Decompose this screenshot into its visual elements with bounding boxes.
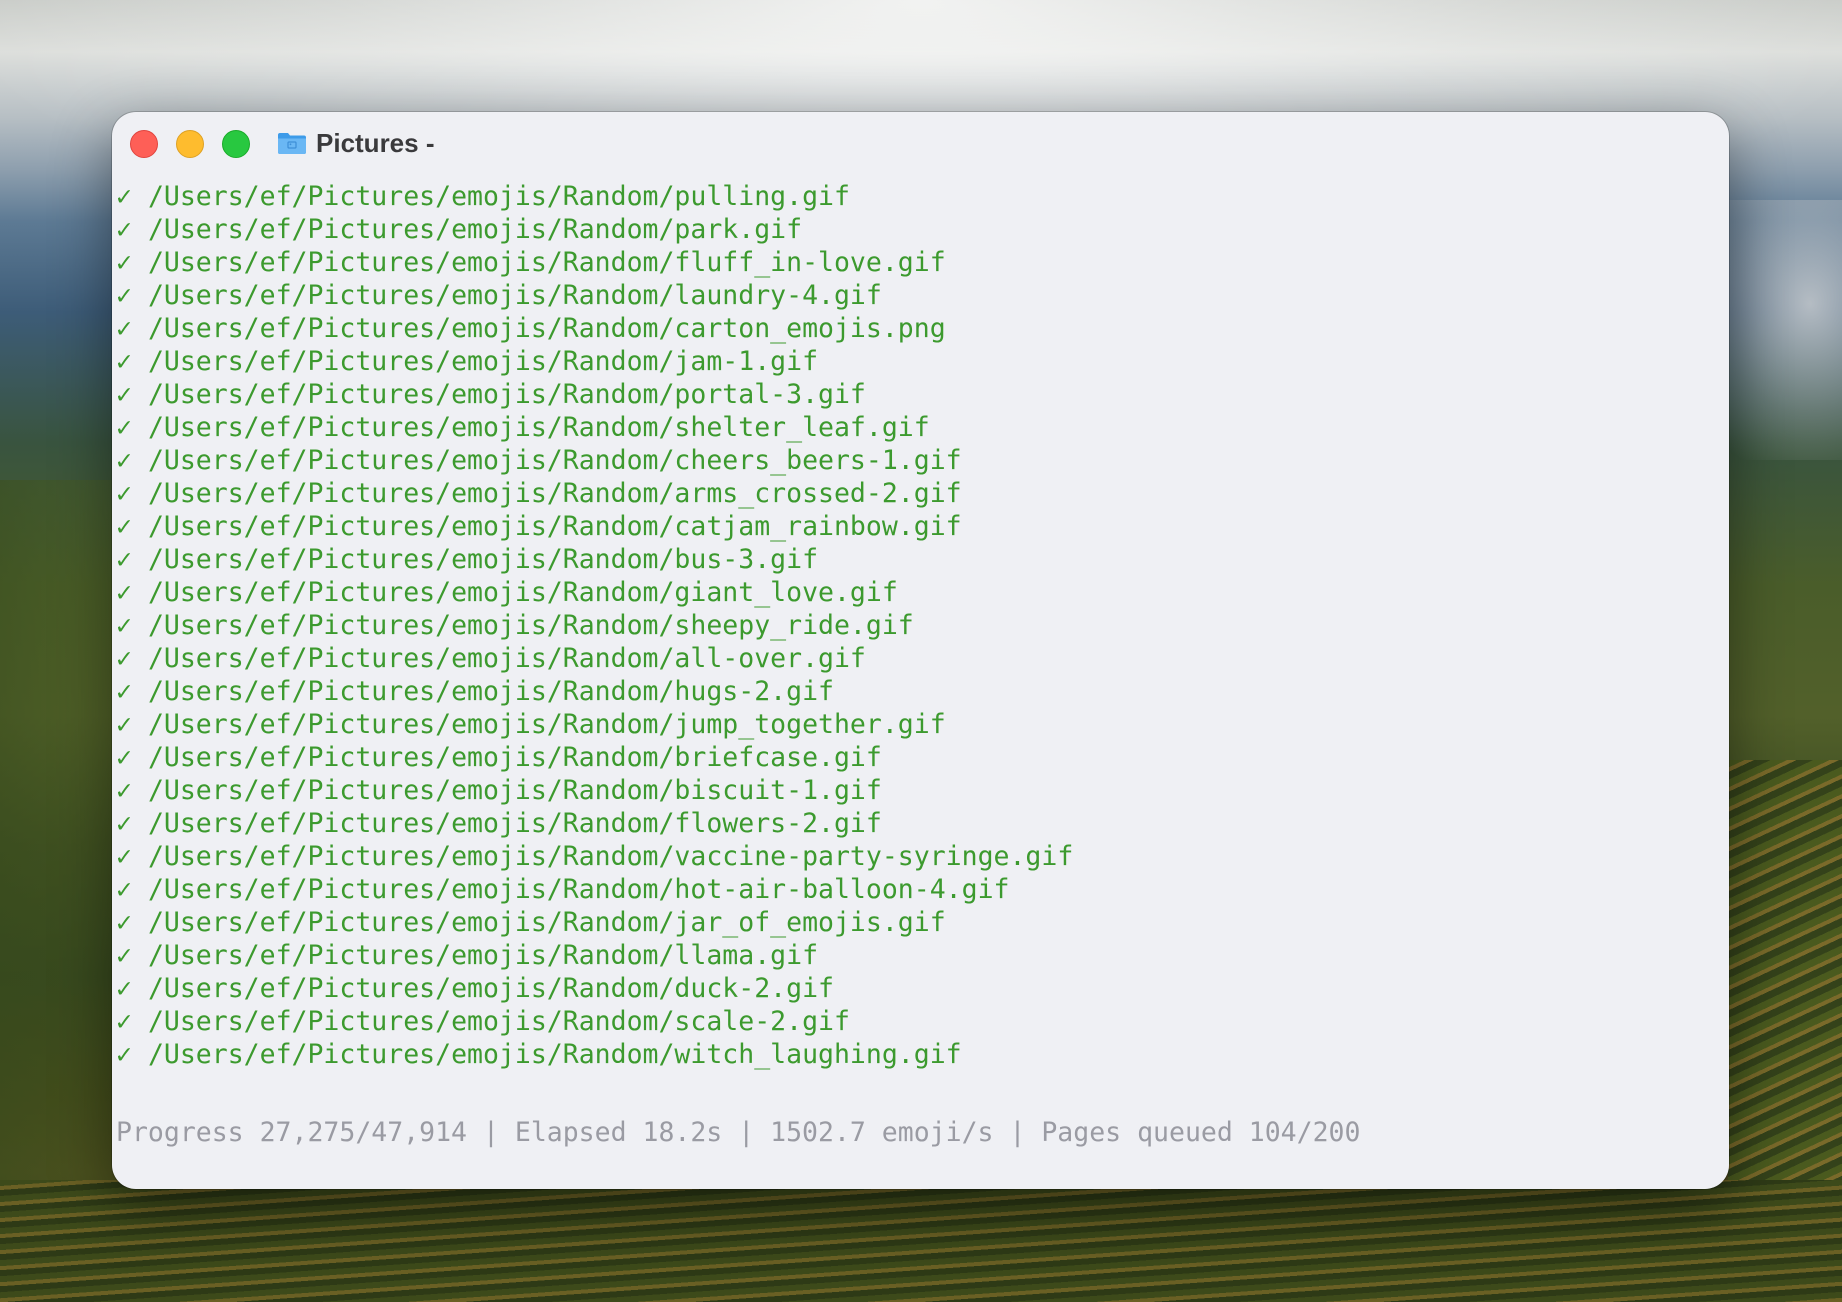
checkmark-icon: ✓ (116, 1006, 132, 1037)
file-path: /Users/ef/Pictures/emojis/Random/jam-1.g… (147, 346, 819, 377)
desktop-wallpaper-vineyard-right (1728, 760, 1842, 1180)
zoom-button[interactable] (222, 130, 250, 158)
file-path: /Users/ef/Pictures/emojis/Random/vaccine… (147, 841, 1074, 872)
minimize-button[interactable] (176, 130, 204, 158)
file-path: /Users/ef/Pictures/emojis/Random/cheers_… (147, 445, 962, 476)
terminal-line: ✓ /Users/ef/Pictures/emojis/Random/jam-1… (116, 345, 1716, 378)
terminal-line: ✓ /Users/ef/Pictures/emojis/Random/bus-3… (116, 543, 1716, 576)
file-path: /Users/ef/Pictures/emojis/Random/park.gi… (147, 214, 803, 245)
checkmark-icon: ✓ (116, 181, 132, 212)
desktop-wallpaper-vineyard (0, 1180, 1842, 1302)
checkmark-icon: ✓ (116, 478, 132, 509)
terminal-line: ✓ /Users/ef/Pictures/emojis/Random/vacci… (116, 840, 1716, 873)
file-path: /Users/ef/Pictures/emojis/Random/duck-2.… (147, 973, 834, 1004)
file-path: /Users/ef/Pictures/emojis/Random/giant_l… (147, 577, 898, 608)
checkmark-icon: ✓ (116, 346, 132, 377)
file-path: /Users/ef/Pictures/emojis/Random/hugs-2.… (147, 676, 834, 707)
terminal-line: ✓ /Users/ef/Pictures/emojis/Random/brief… (116, 741, 1716, 774)
terminal-output[interactable]: ✓ /Users/ef/Pictures/emojis/Random/pulli… (116, 180, 1716, 1071)
checkmark-icon: ✓ (116, 808, 132, 839)
terminal-line: ✓ /Users/ef/Pictures/emojis/Random/llama… (116, 939, 1716, 972)
checkmark-icon: ✓ (116, 973, 132, 1004)
file-path: /Users/ef/Pictures/emojis/Random/shelter… (147, 412, 930, 443)
checkmark-icon: ✓ (116, 643, 132, 674)
checkmark-icon: ✓ (116, 742, 132, 773)
terminal-line: ✓ /Users/ef/Pictures/emojis/Random/park.… (116, 213, 1716, 246)
checkmark-icon: ✓ (116, 445, 132, 476)
terminal-line: ✓ /Users/ef/Pictures/emojis/Random/flowe… (116, 807, 1716, 840)
checkmark-icon: ✓ (116, 775, 132, 806)
window-title: Pictures - (316, 128, 435, 158)
file-path: /Users/ef/Pictures/emojis/Random/fluff_i… (147, 247, 946, 278)
checkmark-icon: ✓ (116, 709, 132, 740)
checkmark-icon: ✓ (116, 610, 132, 641)
terminal-line: ✓ /Users/ef/Pictures/emojis/Random/cheer… (116, 444, 1716, 477)
window-titlebar[interactable]: Pictures - (112, 112, 1729, 172)
progress-status-line: Progress 27,275/47,914 | Elapsed 18.2s |… (116, 1117, 1361, 1148)
terminal-line: ✓ /Users/ef/Pictures/emojis/Random/carto… (116, 312, 1716, 345)
file-path: /Users/ef/Pictures/emojis/Random/portal-… (147, 379, 866, 410)
file-path: /Users/ef/Pictures/emojis/Random/scale-2… (147, 1006, 850, 1037)
terminal-line: ✓ /Users/ef/Pictures/emojis/Random/duck-… (116, 972, 1716, 1005)
file-path: /Users/ef/Pictures/emojis/Random/hot-air… (147, 874, 1010, 905)
file-path: /Users/ef/Pictures/emojis/Random/jump_to… (147, 709, 946, 740)
checkmark-icon: ✓ (116, 1039, 132, 1070)
terminal-window[interactable]: Pictures - ✓ /Users/ef/Pictures/emojis/R… (112, 112, 1729, 1189)
terminal-line: ✓ /Users/ef/Pictures/emojis/Random/sheep… (116, 609, 1716, 642)
file-path: /Users/ef/Pictures/emojis/Random/biscuit… (147, 775, 882, 806)
terminal-line: ✓ /Users/ef/Pictures/emojis/Random/all-o… (116, 642, 1716, 675)
terminal-line: ✓ /Users/ef/Pictures/emojis/Random/porta… (116, 378, 1716, 411)
close-button[interactable] (130, 130, 158, 158)
checkmark-icon: ✓ (116, 940, 132, 971)
checkmark-icon: ✓ (116, 280, 132, 311)
checkmark-icon: ✓ (116, 907, 132, 938)
terminal-line: ✓ /Users/ef/Pictures/emojis/Random/pulli… (116, 180, 1716, 213)
terminal-line: ✓ /Users/ef/Pictures/emojis/Random/catja… (116, 510, 1716, 543)
checkmark-icon: ✓ (116, 511, 132, 542)
checkmark-icon: ✓ (116, 214, 132, 245)
checkmark-icon: ✓ (116, 676, 132, 707)
file-path: /Users/ef/Pictures/emojis/Random/all-ove… (147, 643, 866, 674)
terminal-line: ✓ /Users/ef/Pictures/emojis/Random/laund… (116, 279, 1716, 312)
file-path: /Users/ef/Pictures/emojis/Random/catjam_… (147, 511, 962, 542)
file-path: /Users/ef/Pictures/emojis/Random/bus-3.g… (147, 544, 819, 575)
desktop-wallpaper-forest (0, 480, 120, 1180)
checkmark-icon: ✓ (116, 412, 132, 443)
terminal-line: ✓ /Users/ef/Pictures/emojis/Random/witch… (116, 1038, 1716, 1071)
file-path: /Users/ef/Pictures/emojis/Random/witch_l… (147, 1039, 962, 1070)
terminal-line: ✓ /Users/ef/Pictures/emojis/Random/fluff… (116, 246, 1716, 279)
file-path: /Users/ef/Pictures/emojis/Random/flowers… (147, 808, 882, 839)
checkmark-icon: ✓ (116, 874, 132, 905)
checkmark-icon: ✓ (116, 379, 132, 410)
folder-icon (278, 133, 306, 154)
terminal-line: ✓ /Users/ef/Pictures/emojis/Random/jump_… (116, 708, 1716, 741)
checkmark-icon: ✓ (116, 577, 132, 608)
file-path: /Users/ef/Pictures/emojis/Random/briefca… (147, 742, 882, 773)
terminal-line: ✓ /Users/ef/Pictures/emojis/Random/hot-a… (116, 873, 1716, 906)
file-path: /Users/ef/Pictures/emojis/Random/llama.g… (147, 940, 819, 971)
checkmark-icon: ✓ (116, 544, 132, 575)
file-path: /Users/ef/Pictures/emojis/Random/arms_cr… (147, 478, 962, 509)
terminal-line: ✓ /Users/ef/Pictures/emojis/Random/scale… (116, 1005, 1716, 1038)
file-path: /Users/ef/Pictures/emojis/Random/carton_… (147, 313, 946, 344)
terminal-line: ✓ /Users/ef/Pictures/emojis/Random/arms_… (116, 477, 1716, 510)
file-path: /Users/ef/Pictures/emojis/Random/laundry… (147, 280, 882, 311)
file-path: /Users/ef/Pictures/emojis/Random/pulling… (147, 181, 850, 212)
terminal-line: ✓ /Users/ef/Pictures/emojis/Random/hugs-… (116, 675, 1716, 708)
terminal-line: ✓ /Users/ef/Pictures/emojis/Random/giant… (116, 576, 1716, 609)
terminal-line: ✓ /Users/ef/Pictures/emojis/Random/biscu… (116, 774, 1716, 807)
terminal-line: ✓ /Users/ef/Pictures/emojis/Random/shelt… (116, 411, 1716, 444)
checkmark-icon: ✓ (116, 247, 132, 278)
checkmark-icon: ✓ (116, 313, 132, 344)
terminal-line: ✓ /Users/ef/Pictures/emojis/Random/jar_o… (116, 906, 1716, 939)
file-path: /Users/ef/Pictures/emojis/Random/jar_of_… (147, 907, 946, 938)
file-path: /Users/ef/Pictures/emojis/Random/sheepy_… (147, 610, 914, 641)
checkmark-icon: ✓ (116, 841, 132, 872)
